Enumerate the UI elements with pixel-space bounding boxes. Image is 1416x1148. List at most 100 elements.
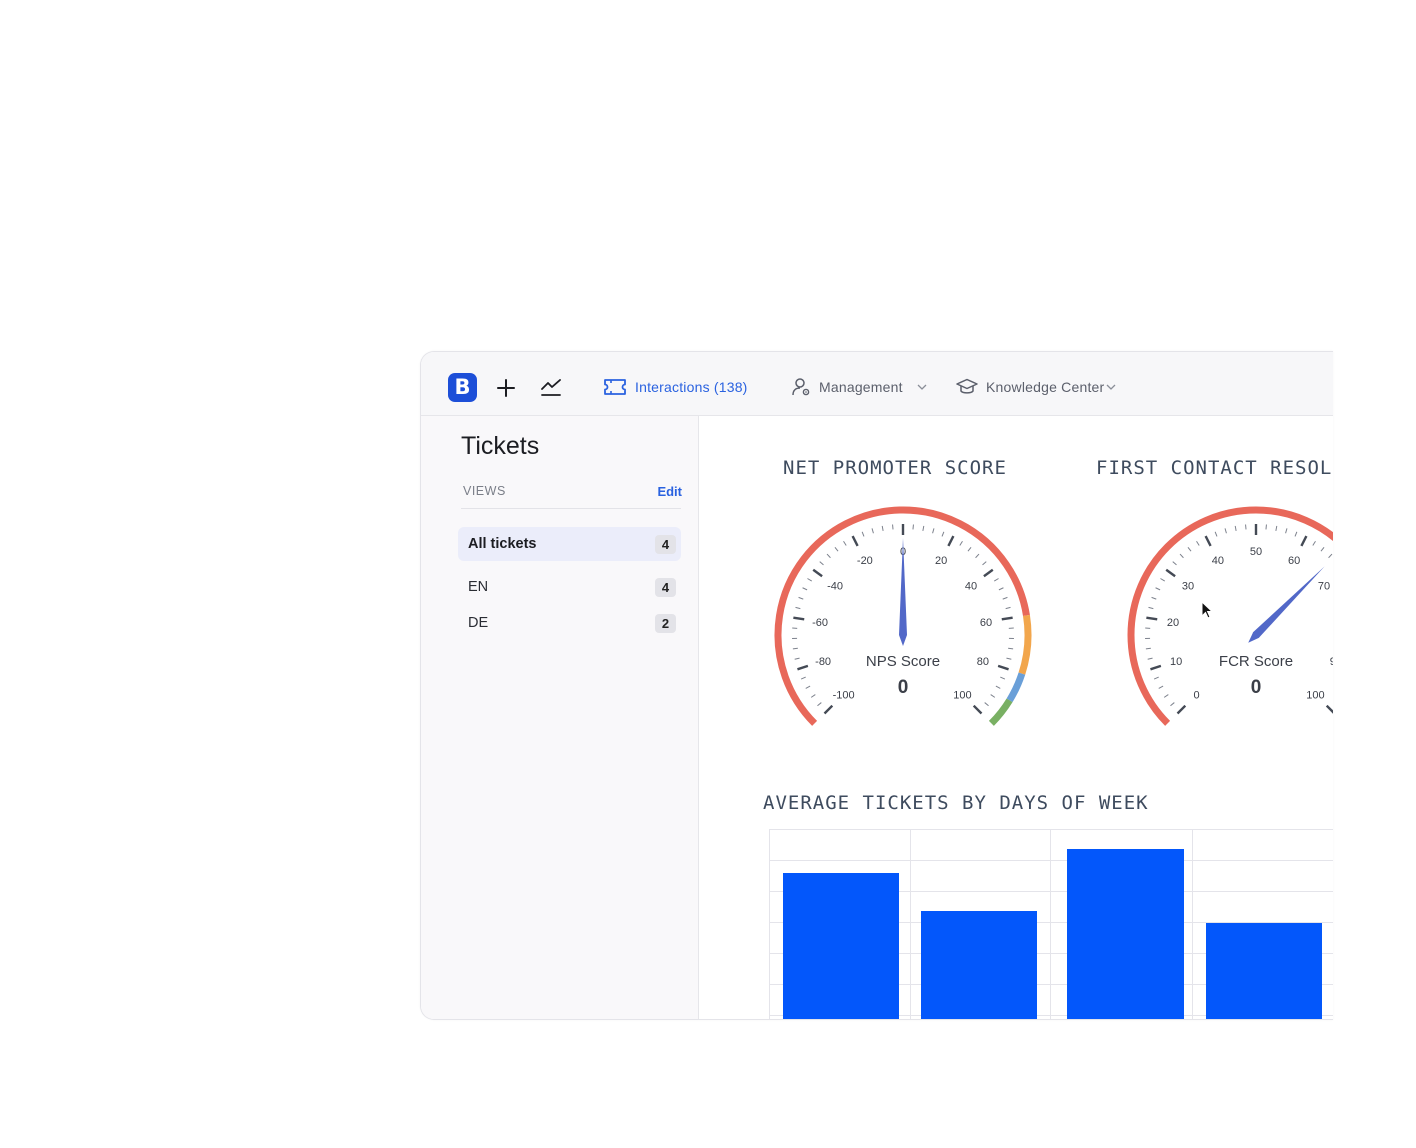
fcr-tick-label: 20 [1167, 617, 1179, 629]
fcr-tick-label: 90 [1330, 656, 1333, 668]
nps-tick-label: 40 [965, 581, 977, 593]
nps-minor-tick [810, 694, 816, 698]
sidebar-item-all-tickets[interactable]: All tickets 4 [458, 527, 681, 561]
nps-major-tick [972, 704, 983, 715]
nav-management[interactable]: Management [792, 375, 935, 399]
nav-knowledge-center-label: Knowledge Center [986, 379, 1105, 395]
user-gear-icon [792, 378, 810, 396]
ticket-icon [604, 379, 626, 395]
sidebar-item-label: All tickets [468, 536, 537, 552]
top-navigation-bar: B Interactions (138) Management Knowledg… [421, 352, 1333, 416]
count-badge: 2 [655, 614, 676, 633]
fcr-tick-label: 40 [1212, 555, 1224, 567]
fcr-score-label: FCR Score [1219, 653, 1293, 670]
sidebar-item-en[interactable]: EN 4 [458, 570, 681, 604]
nav-interactions-label: Interactions (138) [635, 379, 748, 395]
nps-tick-label: -20 [857, 555, 873, 567]
bar-0 [783, 873, 899, 1019]
nps-major-tick [1001, 616, 1013, 621]
fcr-minor-tick [1145, 647, 1151, 650]
nps-tick-label: 80 [977, 656, 989, 668]
fcr-value-text: 0 [1251, 677, 1262, 698]
bar-3 [1206, 923, 1322, 1019]
nps-value-text: 0 [898, 677, 909, 698]
nps-minor-tick [871, 528, 874, 534]
fcr-minor-tick [1224, 528, 1227, 534]
fcr-needle [1248, 566, 1325, 643]
nps-tick-label: 100 [953, 689, 971, 701]
nav-interactions[interactable]: Interactions (138) [603, 375, 748, 399]
sidebar-item-de[interactable]: DE 2 [458, 606, 681, 640]
nps-minor-tick [792, 647, 798, 650]
nps-minor-tick [805, 685, 811, 689]
fcr-tick-label: 60 [1288, 555, 1300, 567]
nps-tick-label: 60 [980, 617, 992, 629]
app-window: B Interactions (138) Management Knowledg… [420, 351, 1333, 1020]
nav-management-label: Management [819, 379, 903, 395]
nps-minor-tick [826, 553, 831, 559]
nps-major-tick [983, 568, 994, 578]
fcr-minor-tick [1153, 676, 1159, 680]
fcr-minor-tick [1172, 561, 1177, 566]
nps-minor-tick [1006, 657, 1012, 660]
dashboard-main: NET PROMOTER SCORE FIRST CONTACT RESOL -… [699, 416, 1333, 1019]
analytics-chart-icon[interactable] [540, 378, 562, 398]
fcr-tick-label: 50 [1250, 546, 1262, 558]
fcr-minor-tick [1320, 546, 1325, 552]
nps-minor-tick [881, 525, 884, 531]
nps-major-tick [997, 664, 1009, 671]
nps-major-tick [823, 704, 834, 715]
nps-minor-tick [861, 531, 865, 537]
nps-minor-tick [834, 546, 839, 552]
plus-icon[interactable] [497, 379, 515, 397]
nps-minor-tick [795, 606, 801, 610]
nps-minor-tick [798, 596, 804, 600]
nps-tick-label: -60 [812, 617, 828, 629]
fcr-minor-tick [1187, 546, 1192, 552]
fcr-tick-label: 0 [1194, 689, 1200, 701]
nps-band-3 [988, 698, 1013, 726]
fcr-minor-tick [1214, 531, 1218, 537]
nps-gauge: -100-80-60-40-20020406080100NPS Score0 [774, 506, 1032, 726]
fcr-major-tick [1146, 616, 1158, 621]
sidebar-item-label: EN [468, 579, 489, 595]
nps-tick-label: -80 [815, 656, 831, 668]
nps-minor-tick [800, 676, 806, 680]
sidebar-item-label: DE [468, 615, 489, 631]
fcr-minor-tick [1160, 578, 1166, 582]
nps-minor-tick [1005, 606, 1011, 610]
fcr-minor-tick [1275, 525, 1278, 531]
nps-minor-tick [982, 561, 987, 566]
count-badge: 4 [655, 535, 676, 554]
fcr-major-tick [1150, 664, 1162, 671]
nps-minor-tick [990, 694, 996, 698]
nps-major-tick [793, 616, 805, 621]
nps-title: NET PROMOTER SCORE [783, 457, 1007, 479]
nps-minor-tick [807, 578, 813, 582]
app-logo[interactable]: B [448, 373, 477, 402]
edit-views-link[interactable]: Edit [657, 484, 682, 499]
fcr-minor-tick [1170, 702, 1175, 707]
nps-band-1 [1018, 614, 1032, 675]
fcr-minor-tick [1151, 596, 1157, 600]
graduation-cap-icon [956, 378, 978, 394]
nps-minor-tick [843, 541, 847, 546]
chevron-down-icon [917, 384, 927, 390]
avg-tickets-title: AVERAGE TICKETS BY DAYS OF WEEK [763, 792, 1149, 814]
nps-tick-label: -40 [827, 581, 843, 593]
nps-minor-tick [802, 587, 808, 591]
bar-1 [921, 911, 1037, 1019]
nav-knowledge-center[interactable]: Knowledge Center [956, 375, 1124, 399]
nps-major-tick [947, 535, 955, 547]
nps-tick-label: 20 [935, 555, 947, 567]
nps-minor-tick [794, 657, 800, 660]
nps-major-tick [851, 535, 859, 547]
fcr-minor-tick [1158, 685, 1164, 689]
fcr-minor-tick [1163, 694, 1169, 698]
nps-minor-tick [817, 702, 822, 707]
sidebar-divider [461, 508, 681, 509]
fcr-tick-label: 100 [1306, 689, 1324, 701]
nps-minor-tick [941, 531, 945, 537]
nps-minor-tick [1008, 647, 1014, 650]
fcr-minor-tick [1234, 525, 1237, 531]
